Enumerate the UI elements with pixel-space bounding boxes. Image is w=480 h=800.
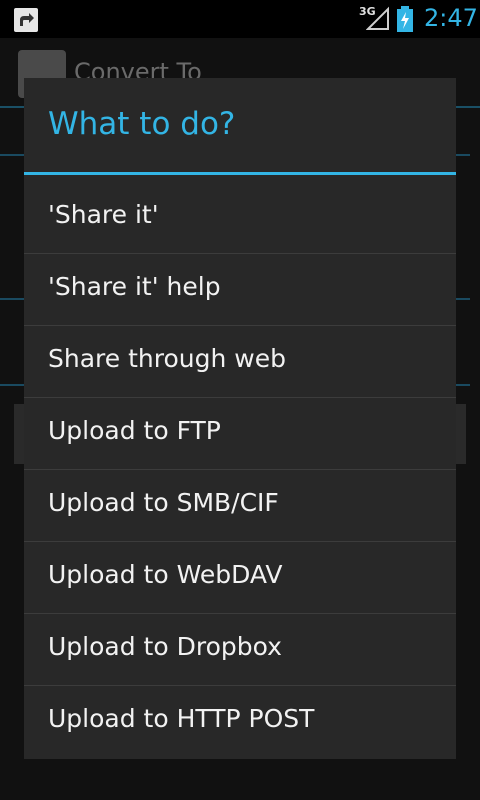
option-list: 'Share it' 'Share it' help Share through…	[24, 182, 456, 758]
option-upload-smb-cif[interactable]: Upload to SMB/CIF	[24, 470, 456, 542]
what-to-do-dialog: What to do? 'Share it' 'Share it' help S…	[24, 78, 456, 759]
option-label: Upload to FTP	[48, 416, 221, 445]
signal-strength-icon	[366, 6, 389, 30]
option-share-through-web[interactable]: Share through web	[24, 326, 456, 398]
option-upload-http-post[interactable]: Upload to HTTP POST	[24, 686, 456, 758]
notification-icon[interactable]	[14, 8, 38, 32]
option-label: Upload to HTTP POST	[48, 704, 315, 733]
dialog-title: What to do?	[48, 106, 236, 142]
clock: 2:47	[424, 4, 478, 32]
option-share-it-help[interactable]: 'Share it' help	[24, 254, 456, 326]
background-divider	[456, 384, 470, 386]
background-button	[456, 404, 466, 464]
option-label: 'Share it'	[48, 200, 159, 229]
option-share-it[interactable]: 'Share it'	[24, 182, 456, 254]
option-label: Upload to SMB/CIF	[48, 488, 279, 517]
dialog-title-divider	[24, 172, 456, 175]
option-upload-ftp[interactable]: Upload to FTP	[24, 398, 456, 470]
option-label: Upload to Dropbox	[48, 632, 282, 661]
background-divider	[456, 298, 470, 300]
option-label: 'Share it' help	[48, 272, 221, 301]
background-divider	[0, 298, 24, 300]
background-divider	[0, 154, 24, 156]
option-upload-webdav[interactable]: Upload to WebDAV	[24, 542, 456, 614]
status-bar: 3G 2:47	[0, 0, 480, 38]
background-button	[14, 404, 24, 464]
option-upload-dropbox[interactable]: Upload to Dropbox	[24, 614, 456, 686]
battery-charging-icon	[397, 6, 413, 32]
background-divider	[0, 384, 24, 386]
screen: 3G 2:47 Convert To What to do? 'Share it…	[0, 0, 480, 800]
option-label: Share through web	[48, 344, 286, 373]
option-label: Upload to WebDAV	[48, 560, 283, 589]
background-divider	[456, 154, 470, 156]
